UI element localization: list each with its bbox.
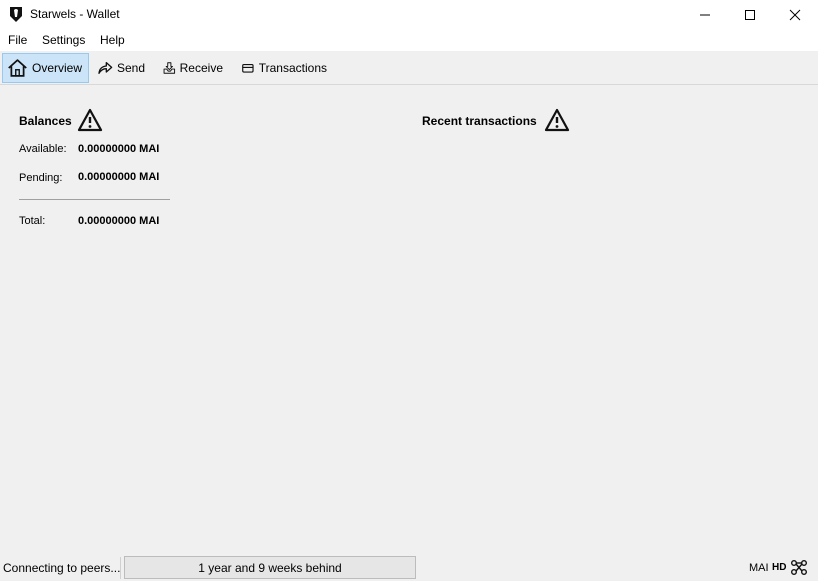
warning-icon[interactable] [544, 108, 570, 132]
status-separator [120, 557, 121, 579]
receive-inbox-icon [163, 62, 176, 74]
total-value: 0.00000000 MAI [78, 215, 160, 227]
menu-bar: File Settings Help [0, 30, 818, 51]
menu-help[interactable]: Help [100, 33, 125, 47]
total-label: Total: [19, 215, 46, 227]
sync-progress-text: 1 year and 9 weeks behind [198, 560, 342, 575]
network-icon[interactable] [790, 559, 808, 576]
tab-transactions-label: Transactions [258, 61, 327, 75]
sync-progress-bar: 1 year and 9 weeks behind [124, 556, 416, 579]
tab-overview-label: Overview [31, 61, 82, 75]
minimize-button[interactable] [682, 0, 728, 30]
unit-label[interactable]: MAI [749, 562, 769, 574]
tab-transactions[interactable]: Transactions [236, 53, 334, 83]
balances-divider [19, 199, 170, 200]
close-icon [789, 9, 801, 21]
recent-transactions-title: Recent transactions [422, 114, 537, 128]
tab-send[interactable]: Send [92, 53, 152, 83]
send-arrow-icon [98, 62, 113, 74]
warning-icon[interactable] [77, 108, 103, 132]
toolbar: Overview Send Receive Transactions [0, 51, 818, 85]
tab-send-label: Send [116, 61, 145, 75]
close-button[interactable] [772, 0, 818, 30]
home-icon [8, 59, 27, 77]
maximize-button[interactable] [727, 0, 773, 30]
tab-receive-label: Receive [179, 61, 223, 75]
window-title: Starwels - Wallet [30, 7, 120, 21]
pending-label: Pending: [19, 172, 63, 184]
tab-receive[interactable]: Receive [158, 53, 230, 83]
hd-label: HD [772, 562, 787, 573]
available-value: 0.00000000 MAI [78, 143, 160, 155]
status-text: Connecting to peers... [3, 561, 121, 575]
balances-title: Balances [19, 114, 72, 128]
menu-settings[interactable]: Settings [42, 33, 85, 47]
minimize-icon [700, 14, 710, 16]
maximize-icon [745, 10, 755, 20]
starwels-app-icon [10, 7, 22, 22]
tab-overview[interactable]: Overview [2, 53, 89, 83]
pending-value: 0.00000000 MAI [78, 171, 160, 183]
title-bar: Starwels - Wallet [0, 0, 818, 30]
transactions-card-icon [242, 63, 254, 73]
menu-file[interactable]: File [8, 33, 27, 47]
available-label: Available: [19, 143, 67, 155]
